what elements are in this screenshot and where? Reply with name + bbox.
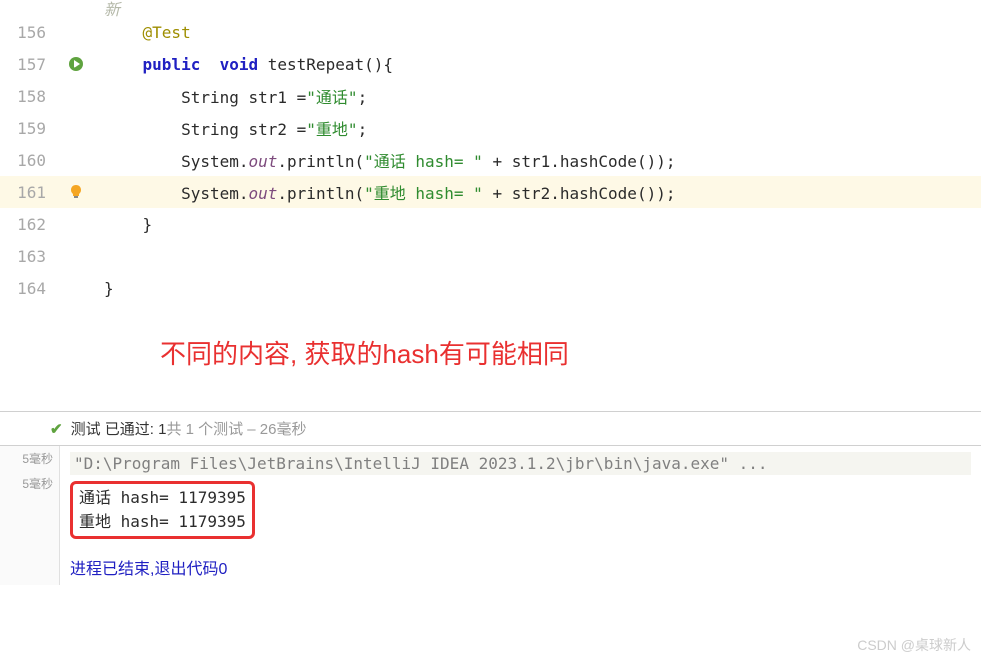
code-line[interactable]: 163 bbox=[0, 240, 981, 272]
code-editor[interactable]: 新 156 @Test157 public void testRepeat(){… bbox=[0, 0, 981, 304]
code-line[interactable]: 160 System.out.println("通话 hash= " + str… bbox=[0, 144, 981, 176]
code-content[interactable]: System.out.println("重地 hash= " + str2.ha… bbox=[96, 180, 675, 204]
line-number: 161 bbox=[0, 183, 56, 202]
line-number: 164 bbox=[0, 279, 56, 298]
command-line: "D:\Program Files\JetBrains\IntelliJ IDE… bbox=[70, 452, 971, 475]
test-status-bar: ✔ 测试 已通过: 1共 1 个测试 – 26毫秒 bbox=[0, 411, 981, 445]
console-panel: 5毫秒 5毫秒 "D:\Program Files\JetBrains\Inte… bbox=[0, 445, 981, 585]
code-content[interactable]: } bbox=[96, 279, 114, 298]
check-icon: ✔ bbox=[50, 420, 63, 438]
line-number: 162 bbox=[0, 215, 56, 234]
output-line: 通话 hash= 1179395 bbox=[79, 486, 246, 510]
line-number: 163 bbox=[0, 247, 56, 266]
line-number: 158 bbox=[0, 87, 56, 106]
test-status-text: 测试 已通过: 1共 1 个测试 – 26毫秒 bbox=[71, 418, 307, 439]
line-number: 156 bbox=[0, 23, 56, 42]
line-number: 160 bbox=[0, 151, 56, 170]
watermark: CSDN @桌球新人 bbox=[857, 635, 971, 655]
code-content[interactable]: } bbox=[96, 215, 152, 234]
run-test-icon[interactable] bbox=[68, 56, 84, 72]
highlighted-output: 通话 hash= 1179395 重地 hash= 1179395 bbox=[70, 481, 255, 539]
console-tree[interactable]: 5毫秒 5毫秒 bbox=[0, 446, 60, 585]
code-content[interactable]: String str2 ="重地"; bbox=[96, 116, 367, 140]
line-number: 157 bbox=[0, 55, 56, 74]
code-line[interactable]: 159 String str2 ="重地"; bbox=[0, 112, 981, 144]
line-number: 159 bbox=[0, 119, 56, 138]
code-line[interactable]: 158 String str1 ="通话"; bbox=[0, 80, 981, 112]
code-line[interactable]: 156 @Test bbox=[0, 16, 981, 48]
code-line[interactable]: 157 public void testRepeat(){ bbox=[0, 48, 981, 80]
bulb-icon[interactable] bbox=[68, 184, 84, 200]
code-content[interactable]: String str1 ="通话"; bbox=[96, 84, 367, 108]
console-output[interactable]: "D:\Program Files\JetBrains\IntelliJ IDE… bbox=[60, 446, 981, 585]
code-line[interactable]: 162 } bbox=[0, 208, 981, 240]
annotation-text: 不同的内容, 获取的hash有可能相同 bbox=[0, 304, 981, 411]
code-line[interactable]: 161 System.out.println("重地 hash= " + str… bbox=[0, 176, 981, 208]
exit-code-line: 进程已结束,退出代码0 bbox=[70, 555, 971, 579]
output-line: 重地 hash= 1179395 bbox=[79, 510, 246, 534]
code-line[interactable]: 164} bbox=[0, 272, 981, 304]
code-content[interactable]: System.out.println("通话 hash= " + str1.ha… bbox=[96, 148, 675, 172]
test-node-time[interactable]: 5毫秒 bbox=[0, 446, 59, 471]
code-content[interactable]: public void testRepeat(){ bbox=[96, 55, 393, 74]
test-node-time[interactable]: 5毫秒 bbox=[0, 471, 59, 496]
code-content[interactable]: @Test bbox=[96, 23, 191, 42]
